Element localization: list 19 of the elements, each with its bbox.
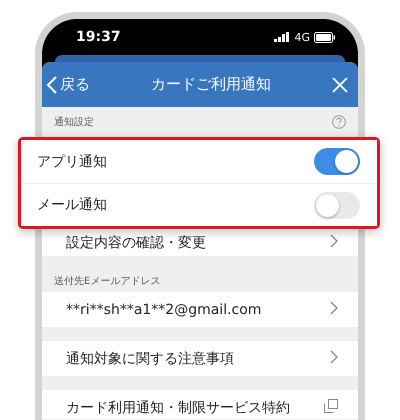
chevron-icon xyxy=(330,350,338,364)
toggle-switch[interactable] xyxy=(314,192,360,218)
section-label: 通知設定 xyxy=(54,116,94,129)
toggle-label: メール通知 xyxy=(37,196,107,214)
back-button[interactable]: 戻る xyxy=(46,74,90,94)
chevron-icon xyxy=(46,74,58,94)
chevron-icon xyxy=(330,300,338,314)
status-time: 19:37 xyxy=(76,29,121,45)
screen-title: カードご利用通知 xyxy=(151,75,271,94)
toggle-switch[interactable] xyxy=(314,148,360,175)
close-icon[interactable] xyxy=(332,76,348,92)
chevron-icon xyxy=(330,234,338,248)
toggle-label: アプリ通知 xyxy=(37,152,107,170)
external-link-icon xyxy=(324,399,338,413)
battery-icon xyxy=(314,32,336,42)
signal-icon xyxy=(274,32,290,42)
help-icon[interactable] xyxy=(332,115,346,129)
section-label: 送付先Eメールアドレス xyxy=(54,274,160,288)
network-label: 4G xyxy=(294,30,310,44)
